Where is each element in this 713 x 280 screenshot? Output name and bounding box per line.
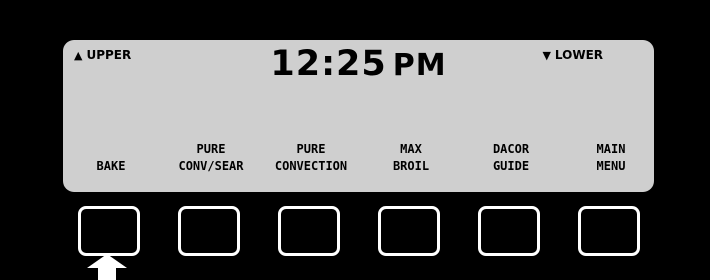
soft-key-label-pure-convection: PURE CONVECTION	[261, 135, 361, 175]
soft-key-label-line1: MAIN	[596, 142, 626, 156]
soft-key-label-line2: BROIL	[392, 159, 430, 173]
up-arrow-icon	[87, 254, 127, 280]
soft-key-label-line2: GUIDE	[492, 159, 530, 173]
soft-key-label-max-broil: MAX BROIL	[361, 135, 461, 175]
soft-key-label-line2: BAKE	[96, 159, 126, 173]
soft-key-button-pure-conv-sear[interactable]	[178, 206, 240, 256]
soft-key-label-line2: MENU	[596, 159, 626, 173]
soft-key-labels: BAKE PURE CONV/SEAR PURE CONVECTION MAX …	[63, 40, 654, 192]
soft-key-button-dacor-guide[interactable]	[478, 206, 540, 256]
soft-key-label-line1: MAX	[400, 142, 422, 156]
soft-key-label-dacor-guide: DACOR GUIDE	[461, 135, 561, 175]
soft-key-label-main-menu: MAIN MENU	[561, 135, 661, 175]
soft-key-label-line1: PURE	[196, 142, 226, 156]
lcd-display: ▲ UPPER 12:25 PM ▼ LOWER BAKE PURE CONV/SEA…	[63, 40, 654, 192]
soft-key-button-bake[interactable]	[78, 206, 140, 256]
soft-key-button-max-broil[interactable]	[378, 206, 440, 256]
control-panel: ▲ UPPER 12:25 PM ▼ LOWER BAKE PURE CONV/SEA…	[0, 0, 710, 280]
soft-key-button-main-menu[interactable]	[578, 206, 640, 256]
soft-key-label-line2: CONVECTION	[274, 159, 348, 173]
soft-key-label-line2: CONV/SEAR	[178, 159, 244, 173]
soft-key-label-line1: PURE	[296, 142, 326, 156]
soft-key-label-line1: DACOR	[492, 142, 530, 156]
soft-key-button-pure-convection[interactable]	[278, 206, 340, 256]
soft-key-label-pure-conv-sear: PURE CONV/SEAR	[161, 135, 261, 175]
soft-key-label-bake: BAKE	[61, 135, 161, 175]
